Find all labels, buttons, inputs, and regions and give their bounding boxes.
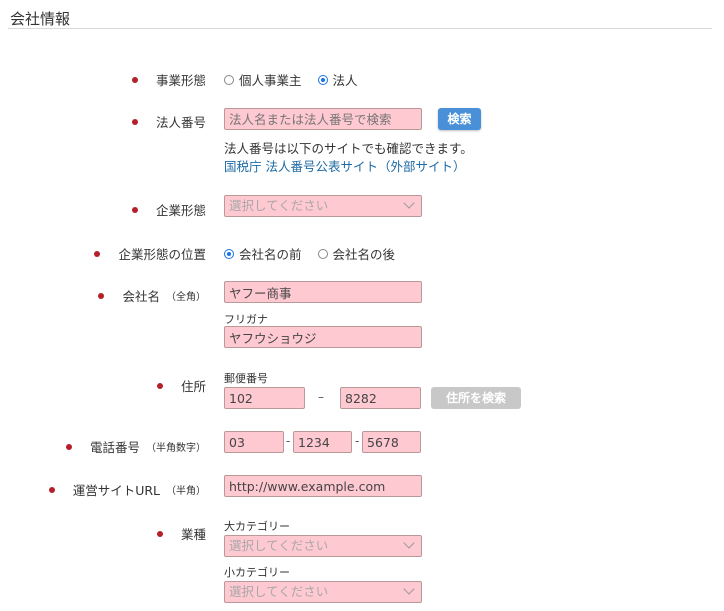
site-url-label-note: （半角） (166, 486, 206, 497)
business-type-option-sole-label: 個人事業主 (239, 73, 302, 88)
phone-part1-input[interactable] (224, 431, 284, 453)
corporate-number-help-text: 法人番号は以下のサイトでも確認できます。 (224, 141, 473, 156)
business-type-radio-group: 個人事業主 法人 (224, 70, 358, 89)
minor-category-label: 小カテゴリー (224, 566, 290, 579)
minor-category-select-value: 選択してください (229, 584, 329, 599)
corporate-number-label-text: 法人番号 (155, 115, 206, 130)
company-name-label-text: 会社名 (122, 289, 160, 304)
required-dot-icon (131, 76, 138, 83)
company-form-position-after-label: 会社名の後 (332, 247, 396, 262)
industry-label-text: 業種 (180, 527, 206, 542)
chevron-down-icon (403, 537, 415, 549)
company-name-label-note: （全角） (166, 292, 206, 303)
address-search-button[interactable]: 住所を検索 (431, 387, 521, 409)
company-name-input[interactable] (224, 281, 422, 303)
required-dot-icon (156, 530, 163, 537)
minor-category-select[interactable]: 選択してください (224, 581, 422, 603)
required-dot-icon (94, 250, 101, 257)
major-category-select[interactable]: 選択してください (224, 535, 422, 557)
site-url-input[interactable] (224, 475, 422, 497)
site-url-label-text: 運営サイトURL (72, 483, 160, 498)
furigana-input[interactable] (224, 326, 422, 348)
company-name-label: 会社名 （全角） (98, 286, 206, 305)
chevron-down-icon (403, 197, 415, 209)
phone-separator: - (286, 434, 291, 448)
company-form-position-before-label: 会社名の前 (239, 247, 302, 262)
phone-label: 電話番号 （半角数字） (65, 437, 206, 456)
company-form-label-text: 企業形態 (155, 203, 206, 218)
required-dot-icon (131, 118, 138, 125)
phone-part2-input[interactable] (293, 431, 352, 453)
postal-code-second-input[interactable] (340, 387, 421, 409)
section-title: 会社情報 (10, 10, 71, 28)
chevron-down-icon (403, 583, 415, 595)
required-dot-icon (65, 443, 72, 450)
address-label-text: 住所 (180, 379, 206, 394)
phone-label-text: 電話番号 (89, 440, 140, 455)
corporate-number-label: 法人番号 (131, 112, 206, 131)
postal-code-label: 郵便番号 (224, 372, 268, 385)
furigana-label: フリガナ (224, 313, 268, 326)
company-form-position-before[interactable]: 会社名の前 (224, 244, 302, 263)
radio-icon (224, 74, 234, 85)
major-category-select-value: 選択してください (229, 538, 329, 553)
business-type-option-corporation-label: 法人 (332, 73, 358, 88)
address-label: 住所 (156, 376, 206, 395)
phone-part3-input[interactable] (362, 431, 421, 453)
company-form-select[interactable]: 選択してください (224, 195, 422, 217)
business-type-option-corporation[interactable]: 法人 (317, 70, 358, 89)
postal-code-first-input[interactable] (224, 387, 305, 409)
company-form-select-value: 選択してください (229, 198, 329, 213)
company-form-position-radio-group: 会社名の前 会社名の後 (224, 244, 395, 263)
company-form-label: 企業形態 (131, 200, 206, 219)
radio-selected-icon (317, 74, 328, 85)
industry-label: 業種 (156, 524, 206, 543)
company-form-position-label-text: 企業形態の位置 (118, 247, 206, 262)
business-type-label: 事業形態 (131, 70, 206, 89)
corporate-number-search-button[interactable]: 検索 (438, 108, 481, 130)
company-form-position-label: 企業形態の位置 (94, 244, 206, 263)
business-type-label-text: 事業形態 (155, 73, 206, 88)
radio-selected-icon (224, 248, 234, 259)
major-category-label: 大カテゴリー (224, 520, 290, 533)
phone-label-note: （半角数字） (146, 443, 206, 454)
business-type-option-sole[interactable]: 個人事業主 (224, 70, 302, 89)
required-dot-icon (131, 206, 138, 213)
phone-separator: - (355, 434, 360, 448)
required-dot-icon (48, 486, 55, 493)
required-dot-icon (156, 382, 163, 389)
company-form-position-after[interactable]: 会社名の後 (317, 244, 396, 263)
radio-icon (317, 248, 328, 259)
corporate-number-site-link[interactable]: 国税庁 法人番号公表サイト（外部サイト） (224, 156, 465, 175)
corporate-number-search-input[interactable] (224, 108, 422, 130)
postal-code-separator: – (318, 390, 324, 404)
required-dot-icon (98, 292, 105, 299)
section-divider (8, 28, 712, 29)
site-url-label: 運営サイトURL （半角） (48, 480, 206, 499)
